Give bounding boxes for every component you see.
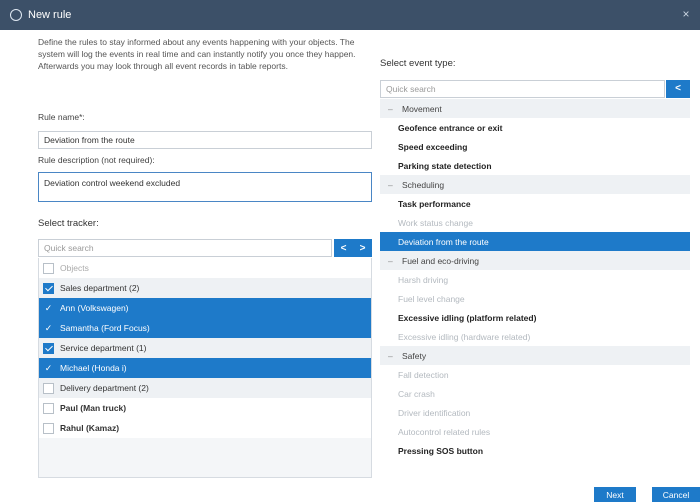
- rule-name-input[interactable]: Deviation from the route: [38, 131, 372, 149]
- select-event-title: Select event type:: [380, 58, 456, 69]
- tracker-label: Service department (1): [60, 343, 147, 353]
- minus-icon[interactable]: –: [388, 351, 396, 361]
- event-search-input[interactable]: Quick search: [380, 80, 665, 98]
- tracker-row[interactable]: Rahul (Kamaz): [39, 418, 371, 438]
- tracker-label: Sales department (2): [60, 283, 140, 293]
- rule-description-label: Rule description (not required):: [38, 155, 155, 165]
- tracker-label: Rahul (Kamaz): [60, 423, 120, 433]
- event-type-list: – Movement Geofence entrance or exit Spee…: [380, 99, 690, 491]
- event-search-collapse-button[interactable]: <: [666, 80, 690, 98]
- tracker-label: Samantha (Ford Focus): [60, 323, 150, 333]
- tracker-row[interactable]: Paul (Man truck): [39, 398, 371, 418]
- tracker-row[interactable]: ✓ Michael (Honda i): [39, 358, 371, 378]
- checkbox-icon[interactable]: [43, 422, 54, 434]
- event-category-fuel[interactable]: – Fuel and eco-driving: [380, 251, 690, 270]
- event-item-disabled: Autocontrol related rules: [398, 426, 491, 437]
- tracker-label: Ann (Volkswagen): [60, 303, 129, 313]
- dialog-title: New rule: [28, 9, 72, 21]
- event-category-safety[interactable]: – Safety: [380, 346, 690, 365]
- tracker-row[interactable]: ✓ Ann (Volkswagen): [39, 298, 371, 318]
- cancel-button[interactable]: Cancel: [652, 487, 700, 502]
- tracker-group-row[interactable]: Service department (1): [39, 338, 371, 358]
- rule-description-textarea[interactable]: Deviation control weekend excluded: [38, 172, 372, 202]
- event-item-selected[interactable]: Deviation from the route: [380, 232, 690, 251]
- check-icon: ✓: [44, 362, 53, 373]
- event-item[interactable]: Excessive idling (platform related): [380, 308, 690, 327]
- dialog-titlebar: New rule ×: [0, 0, 700, 30]
- tracker-row[interactable]: ✓ Samantha (Ford Focus): [39, 318, 371, 338]
- event-item[interactable]: Speed exceeding: [380, 137, 690, 156]
- tracker-label: Michael (Honda i): [60, 363, 127, 373]
- event-label: Movement: [402, 103, 442, 114]
- event-label: Safety: [402, 350, 427, 361]
- tracker-arrow-buttons: < >: [334, 239, 372, 257]
- tracker-label: Delivery department (2): [60, 383, 149, 393]
- check-icon: ✓: [44, 302, 53, 313]
- event-label: Scheduling: [402, 179, 445, 190]
- intro-text: Define the rules to stay informed about …: [38, 37, 356, 71]
- event-item-disabled: Fuel level change: [398, 293, 465, 304]
- event-category-movement[interactable]: – Movement: [380, 99, 690, 118]
- tracker-group-row[interactable]: Sales department (2): [39, 278, 371, 298]
- checkbox-icon[interactable]: [43, 402, 54, 414]
- minus-icon[interactable]: –: [388, 180, 396, 190]
- arrow-left-icon[interactable]: <: [341, 243, 347, 254]
- event-category-scheduling[interactable]: – Scheduling: [380, 175, 690, 194]
- event-item-disabled: Excessive idling (hardware related): [398, 331, 531, 342]
- event-item-disabled: Driver identification: [398, 407, 471, 418]
- checkbox-icon[interactable]: [43, 382, 54, 394]
- checkbox-icon[interactable]: [43, 262, 54, 274]
- event-item-disabled: Harsh driving: [398, 274, 449, 285]
- select-tracker-title: Select tracker:: [38, 218, 99, 229]
- event-item[interactable]: Task performance: [380, 194, 690, 213]
- tracker-header-row[interactable]: Objects: [39, 258, 371, 278]
- tracker-label: Objects: [60, 263, 89, 273]
- check-icon: ✓: [44, 322, 53, 333]
- checkbox-checked-icon[interactable]: [43, 342, 54, 354]
- event-item-disabled: Car crash: [398, 388, 435, 399]
- event-item[interactable]: Geofence entrance or exit: [380, 118, 690, 137]
- tracker-list: Objects Sales department (2) ✓ Ann (Volk…: [38, 258, 372, 478]
- event-item-disabled: Fall detection: [398, 369, 449, 380]
- next-button[interactable]: Next: [594, 487, 636, 502]
- info-icon: [10, 9, 22, 21]
- close-icon[interactable]: ×: [680, 8, 692, 20]
- right-panel: Select event type: Quick search < – Movem…: [380, 30, 700, 502]
- arrow-right-icon[interactable]: >: [360, 243, 366, 254]
- tracker-search-input[interactable]: Quick search: [38, 239, 332, 257]
- event-item[interactable]: Parking state detection: [380, 156, 690, 175]
- event-item-disabled: Work status change: [398, 217, 473, 228]
- rule-name-label: Rule name*:: [38, 112, 85, 122]
- event-item[interactable]: Pressing SOS button: [380, 441, 690, 460]
- tracker-group-row[interactable]: Delivery department (2): [39, 378, 371, 398]
- minus-icon[interactable]: –: [388, 104, 396, 114]
- left-panel: Define the rules to stay informed about …: [0, 30, 380, 502]
- tracker-label: Paul (Man truck): [60, 403, 127, 413]
- checkbox-checked-icon[interactable]: [43, 282, 54, 294]
- event-label: Fuel and eco-driving: [402, 255, 480, 266]
- minus-icon[interactable]: –: [388, 256, 396, 266]
